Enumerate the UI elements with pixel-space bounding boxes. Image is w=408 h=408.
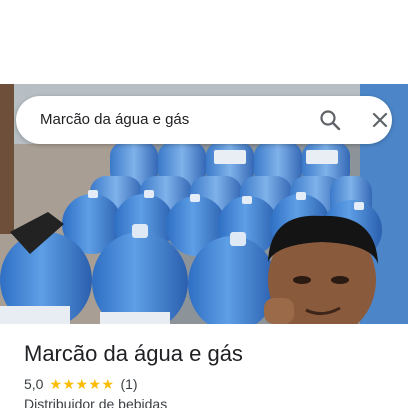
place-category: Distribuidor de bebidas	[24, 396, 168, 408]
rating-value: 5,0	[24, 376, 44, 392]
map-blank-area	[0, 0, 408, 84]
close-icon[interactable]	[368, 108, 392, 132]
search-icon[interactable]	[318, 108, 342, 132]
rating-row[interactable]: 5,0 ★ ★ ★ ★ ★ (1)	[24, 375, 138, 393]
star-icon: ★	[101, 376, 115, 392]
star-icon: ★	[62, 376, 76, 392]
star-icon: ★	[88, 376, 102, 392]
star-icon: ★	[75, 376, 89, 392]
search-input[interactable]: Marcão da água e gás	[40, 96, 189, 144]
search-bar[interactable]: Marcão da água e gás	[16, 96, 392, 144]
rating-stars: ★ ★ ★ ★ ★	[49, 377, 114, 391]
review-count[interactable]: (1)	[120, 376, 137, 392]
star-icon: ★	[49, 376, 63, 392]
place-title: Marcão da água e gás	[24, 341, 243, 366]
